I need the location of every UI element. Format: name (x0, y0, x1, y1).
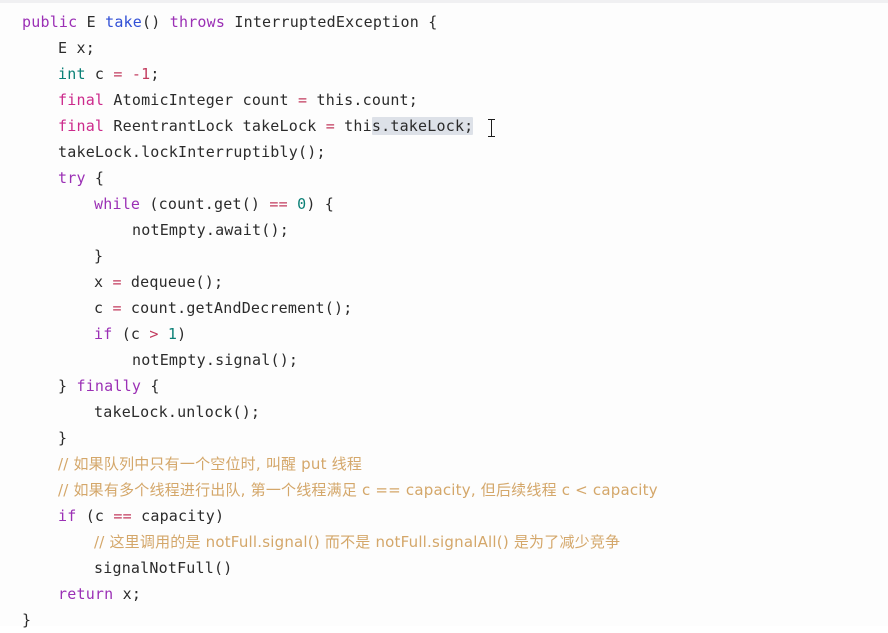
code-line[interactable]: } (0, 607, 888, 633)
token-keyword: try (58, 169, 86, 187)
token-operator: > (149, 325, 159, 343)
token-text: ; (150, 65, 160, 83)
token-text: } (94, 247, 104, 265)
token-number: 1 (167, 325, 178, 343)
code-line[interactable]: if (c == capacity) (0, 503, 888, 529)
code-editor-viewport[interactable]: public E take() throws InterruptedExcept… (0, 0, 888, 629)
text-selection-highlight[interactable]: s.takeLock; (371, 117, 474, 135)
token-modifier: final (58, 117, 105, 135)
token-text: this.count; (307, 91, 419, 109)
code-line[interactable]: final AtomicInteger count = this.count; (0, 87, 888, 113)
token-type: int (58, 65, 86, 83)
code-line[interactable]: public E take() throws InterruptedExcept… (0, 9, 888, 35)
token-text: takeLock.lockInterruptibly(); (58, 143, 326, 161)
token-text: takeLock.unlock(); (94, 403, 261, 421)
token-text: x (94, 273, 113, 291)
token-keyword: return (58, 585, 114, 603)
token-operator: = (112, 299, 122, 317)
code-line-comment[interactable]: // 这里调用的是 notFull.signal() 而不是 notFull.s… (0, 529, 888, 555)
code-line[interactable]: if (c > 1) (0, 321, 888, 347)
token-comment: // 如果队列中只有一个空位时, 叫醒 put 线程 (58, 455, 363, 473)
code-line[interactable]: while (count.get() == 0) { (0, 191, 888, 217)
code-line-comment[interactable]: // 如果队列中只有一个空位时, 叫醒 put 线程 (0, 451, 888, 477)
token-operator: = (298, 91, 308, 109)
token-text: InterruptedException { (225, 13, 438, 31)
token-keyword: while (94, 195, 141, 213)
code-line[interactable]: x = dequeue(); (0, 269, 888, 295)
token-keyword: finally (76, 377, 142, 395)
code-line[interactable]: int c = -1; (0, 61, 888, 87)
token-text: () (142, 13, 170, 31)
code-line[interactable]: notEmpty.await(); (0, 217, 888, 243)
token-text: c (94, 299, 113, 317)
token-operator: = (112, 273, 122, 291)
code-line[interactable]: signalNotFull() (0, 555, 888, 581)
code-line[interactable]: try { (0, 165, 888, 191)
token-text: x; (113, 585, 142, 603)
token-number: 0 (297, 195, 307, 213)
token-keyword: if (58, 507, 77, 525)
token-operator: == (269, 195, 288, 213)
token-text: capacity) (131, 507, 225, 525)
token-operator: = (113, 65, 123, 83)
token-number: -1 (131, 65, 151, 83)
token-keyword: public (22, 13, 78, 31)
code-line[interactable]: } finally { (0, 373, 888, 399)
token-text: notEmpty.signal(); (132, 351, 299, 369)
token-text: (count.get() (140, 195, 270, 213)
token-text: AtomicInteger count (104, 91, 299, 109)
code-line[interactable]: return x; (0, 581, 888, 607)
token-text: } (58, 429, 68, 447)
token-comment: // 这里调用的是 notFull.signal() 而不是 notFull.s… (94, 533, 621, 551)
token-text: { (85, 169, 105, 187)
token-text: ) (177, 325, 187, 343)
token-text: thi (334, 117, 372, 135)
code-line-comment[interactable]: // 如果有多个线程进行出队, 第一个线程满足 c == capacity, 但… (0, 477, 888, 503)
token-modifier: final (58, 91, 105, 109)
token-text: signalNotFull() (94, 559, 233, 577)
token-operator: == (113, 507, 132, 525)
token-text: E (77, 13, 106, 31)
token-operator: = (325, 117, 335, 135)
token-text: E x; (58, 39, 95, 57)
code-line[interactable]: takeLock.lockInterruptibly(); (0, 139, 888, 165)
token-text: } (22, 611, 32, 629)
token-comment: // 如果有多个线程进行出队, 第一个线程满足 c == capacity, 但… (58, 481, 658, 499)
code-line[interactable]: notEmpty.signal(); (0, 347, 888, 373)
token-text: ) { (306, 195, 335, 213)
token-keyword: if (94, 325, 113, 343)
token-method-name: take (105, 13, 143, 31)
token-text: notEmpty.await(); (132, 221, 289, 239)
token-text: c (85, 65, 114, 83)
token-text: { (141, 377, 160, 395)
token-keyword: throws (169, 13, 226, 31)
code-line[interactable]: } (0, 243, 888, 269)
code-line[interactable]: E x; (0, 35, 888, 61)
token-text: } (58, 377, 77, 395)
token-text: dequeue(); (121, 273, 224, 291)
token-text: (c (112, 325, 150, 343)
code-line-selected[interactable]: final ReentrantLock takeLock = this.take… (0, 113, 888, 139)
code-line[interactable]: } (0, 425, 888, 451)
token-text: count.getAndDecrement(); (121, 299, 353, 317)
token-text: ReentrantLock takeLock (104, 117, 326, 135)
token-text: (c (76, 507, 114, 525)
code-line[interactable]: takeLock.unlock(); (0, 399, 888, 425)
code-line[interactable]: c = count.getAndDecrement(); (0, 295, 888, 321)
